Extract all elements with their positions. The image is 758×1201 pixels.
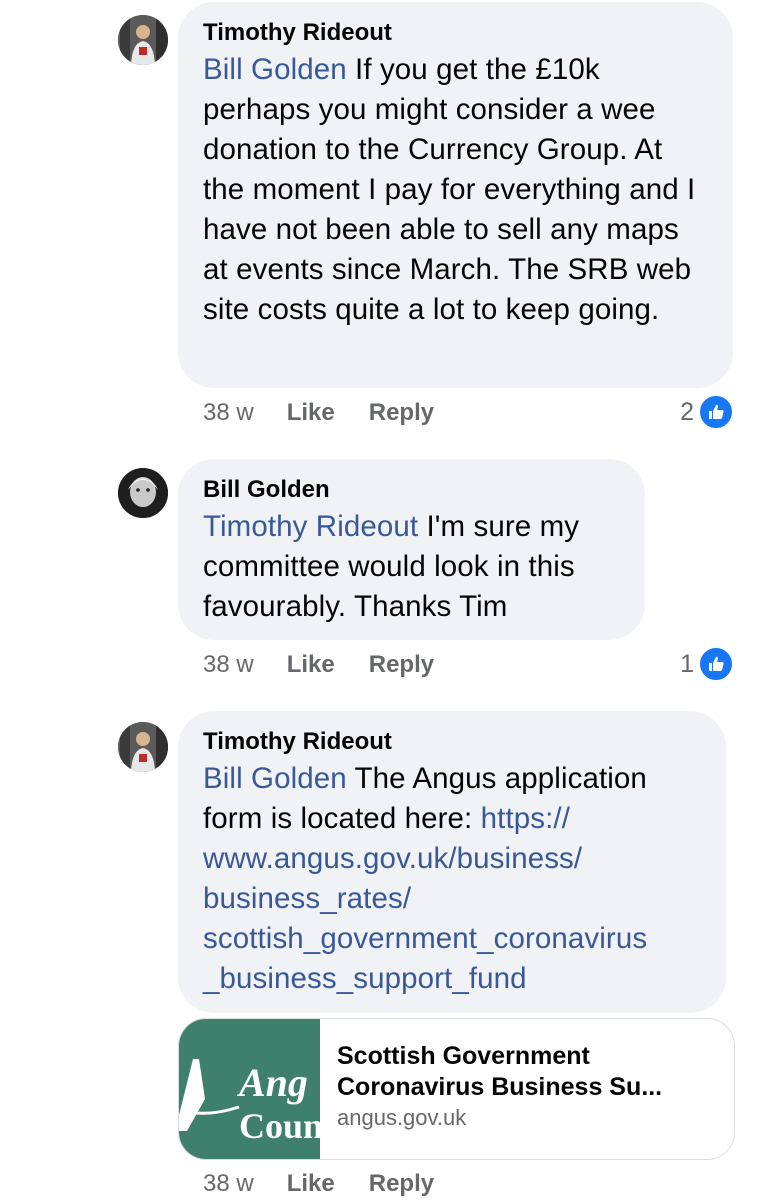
preview-details: Scottish Government Coronavirus Business… — [337, 1041, 717, 1131]
preview-thumbnail: A Ang Coun — [179, 1019, 320, 1159]
comment-actions: 38 w Like Reply — [203, 648, 434, 682]
avatar-timothy[interactable] — [118, 15, 168, 65]
url-link-line[interactable]: business_rates/ — [203, 882, 411, 915]
reactions-count[interactable]: 1 — [680, 646, 734, 682]
avatar-timothy[interactable] — [118, 722, 168, 772]
like-thumb-icon — [698, 646, 734, 682]
comment-actions: 38 w Like Reply — [203, 396, 434, 430]
url-link-line[interactable]: www.angus.gov.uk/business/ — [203, 842, 582, 875]
reaction-count: 2 — [680, 397, 694, 426]
comment-time[interactable]: 38 w — [203, 1170, 254, 1198]
preview-logo-text: Coun — [239, 1106, 320, 1146]
like-button[interactable]: Like — [287, 651, 335, 679]
avatar-bill[interactable] — [118, 468, 168, 518]
comment-author[interactable]: Bill Golden — [203, 475, 620, 505]
comment-time[interactable]: 38 w — [203, 399, 254, 427]
comment-body: If you get the £10k perhaps you might co… — [203, 53, 696, 326]
comment-text: Bill Golden The Angus application form i… — [203, 759, 701, 999]
preview-domain: angus.gov.uk — [337, 1105, 467, 1130]
like-button[interactable]: Like — [287, 399, 335, 427]
reply-button[interactable]: Reply — [369, 651, 434, 679]
reply-button[interactable]: Reply — [369, 399, 434, 427]
reply-button[interactable]: Reply — [369, 1170, 434, 1198]
comment-actions: 38 w Like Reply — [203, 1167, 434, 1201]
comment-time[interactable]: 38 w — [203, 651, 254, 679]
reaction-count: 1 — [680, 649, 694, 678]
preview-title[interactable]: Scottish Government — [337, 1041, 717, 1072]
mention-link[interactable]: Bill Golden — [203, 762, 347, 795]
url-link-line[interactable]: _business_support_fund — [203, 962, 527, 995]
url-link-line[interactable]: scottish_government_coronavirus — [203, 922, 647, 955]
url-link-line[interactable]: https:// — [481, 802, 570, 835]
preview-title[interactable]: Coronavirus Business Su... — [337, 1072, 717, 1103]
comment-bubble: Bill Golden Timothy Rideout I'm sure my … — [178, 459, 645, 640]
like-button[interactable]: Like — [287, 1170, 335, 1198]
comment-text: Bill Golden If you get the £10k perhaps … — [203, 50, 708, 330]
reactions-count[interactable]: 2 — [680, 394, 734, 430]
mention-link[interactable]: Bill Golden — [203, 53, 347, 86]
comment-author[interactable]: Timothy Rideout — [203, 727, 701, 757]
comment-author[interactable]: Timothy Rideout — [203, 18, 708, 48]
comment-text: Timothy Rideout I'm sure my committee wo… — [203, 507, 620, 627]
link-preview-card[interactable]: A Ang Coun Scottish Government Coronavir… — [178, 1018, 735, 1160]
comment-bubble: Timothy Rideout Bill Golden If you get t… — [178, 2, 733, 388]
comment-bubble: Timothy Rideout Bill Golden The Angus ap… — [178, 711, 726, 1013]
preview-logo-text: Ang — [239, 1060, 308, 1105]
mention-link[interactable]: Timothy Rideout — [203, 510, 418, 543]
like-thumb-icon — [698, 394, 734, 430]
